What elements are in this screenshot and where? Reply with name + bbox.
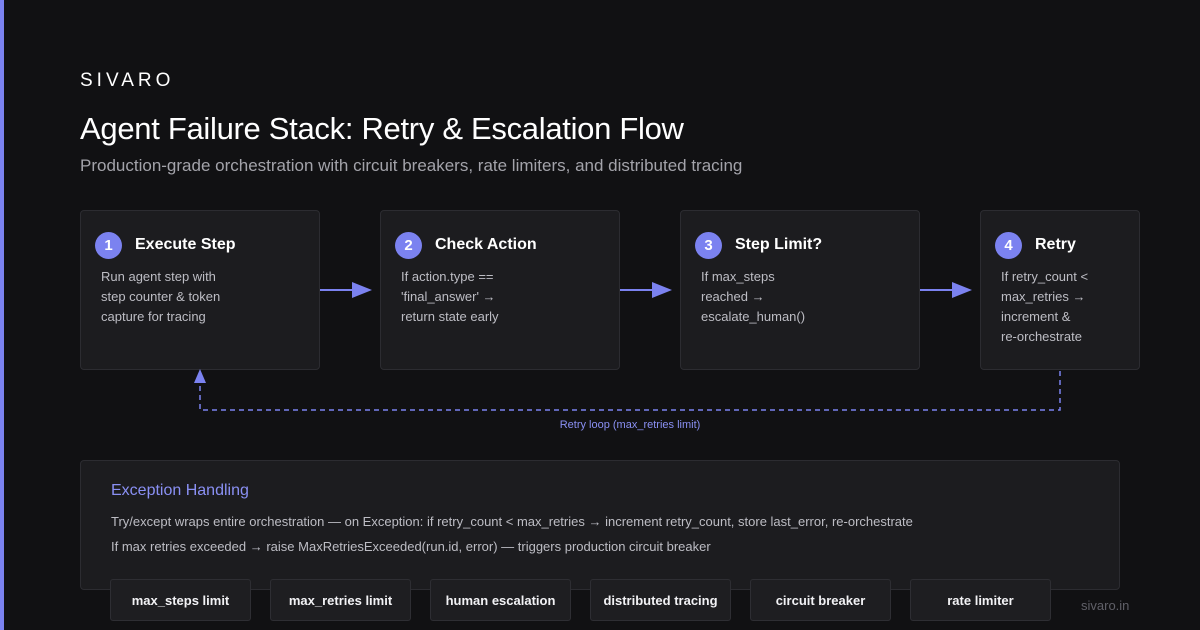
panel-line: If max retries exceeded → raise MaxRetri… <box>111 539 711 554</box>
tag-human-escalation: human escalation <box>430 579 571 621</box>
tag-distributed-tracing: distributed tracing <box>590 579 731 621</box>
arrow-right-icon <box>920 282 972 298</box>
panel-line: Try/except wraps entire orchestration — … <box>111 514 913 529</box>
footer-url: sivaro.in <box>1081 598 1130 613</box>
arrow-right-icon <box>620 282 672 298</box>
arrow-up-icon <box>194 369 206 383</box>
tag-max-retries: max_retries limit <box>270 579 411 621</box>
arrow-right-icon <box>320 282 372 298</box>
tag-rate-limiter: rate limiter <box>910 579 1051 621</box>
tag-max-steps: max_steps limit <box>110 579 251 621</box>
panel-title: Exception Handling <box>111 482 249 499</box>
retry-loop-arrow <box>194 369 1061 411</box>
exception-handling-panel: Exception Handling Try/except wraps enti… <box>80 460 1120 590</box>
tag-circuit-breaker: circuit breaker <box>750 579 891 621</box>
retry-loop-label: Retry loop (max_retries limit) <box>559 419 701 431</box>
